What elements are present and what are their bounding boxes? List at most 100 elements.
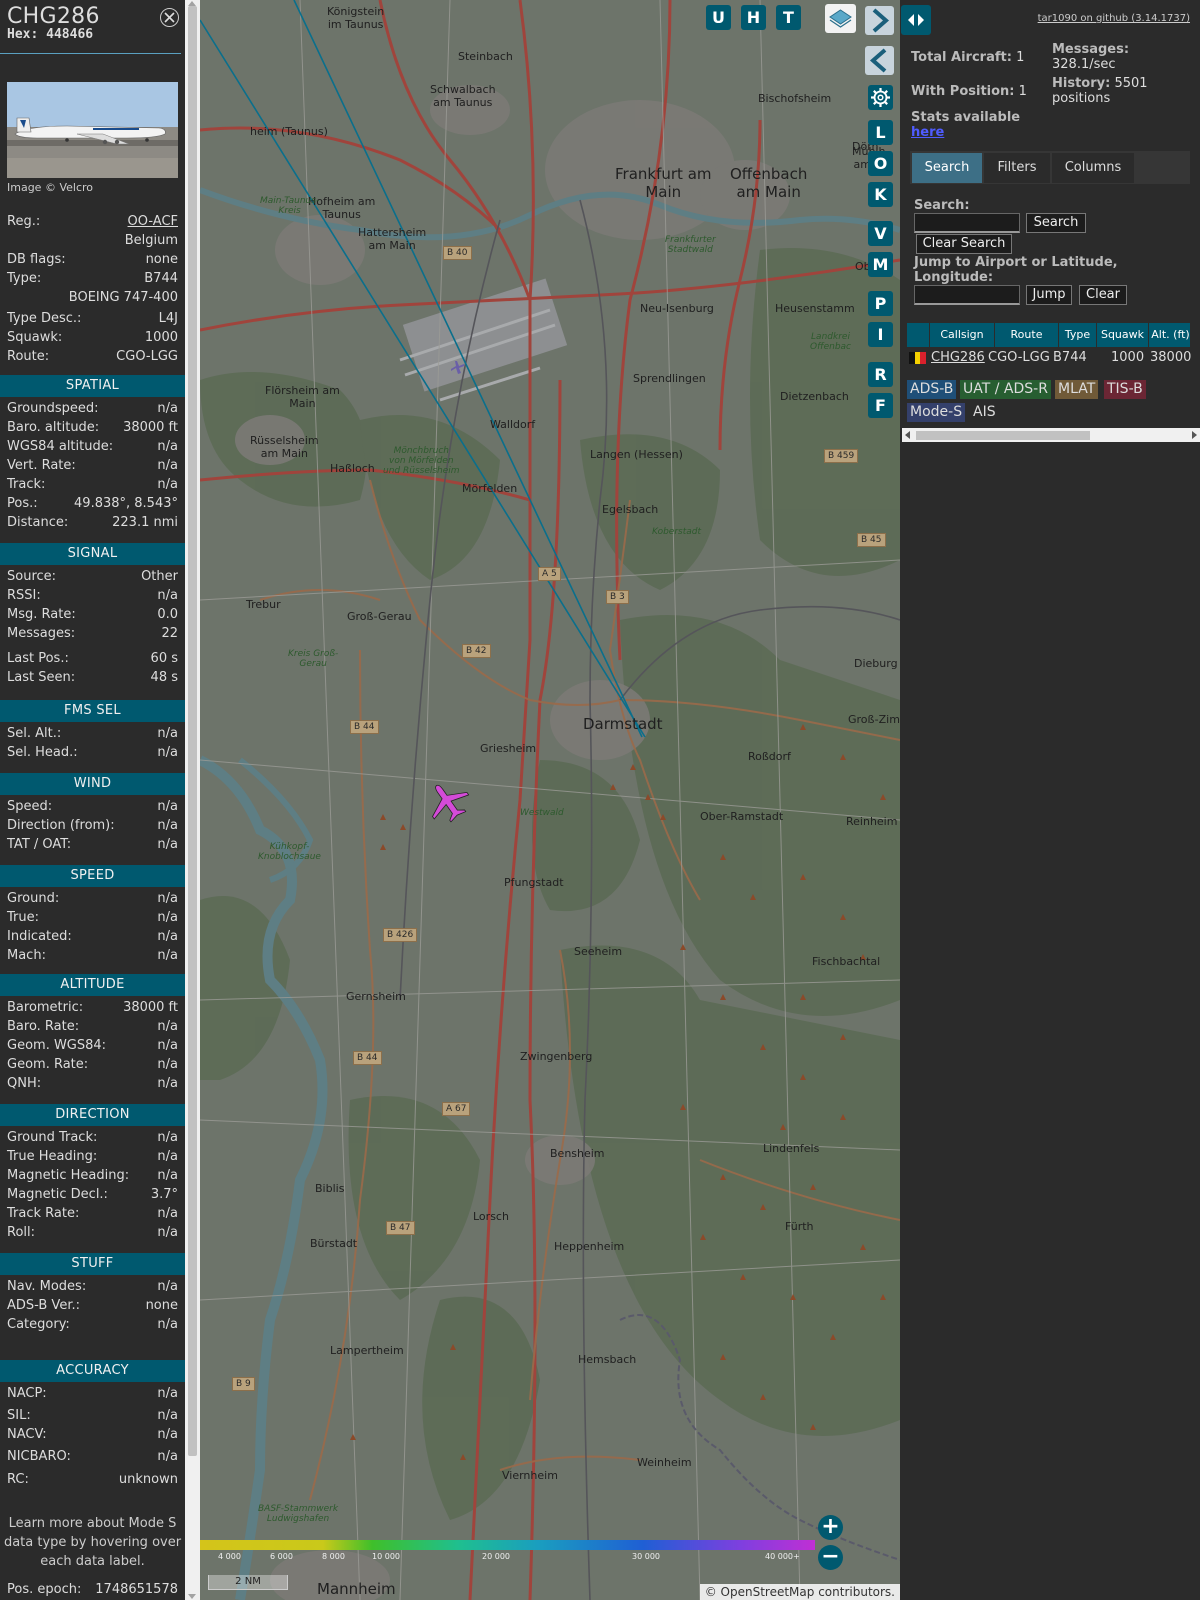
scroll-right-arrow-icon[interactable] bbox=[1192, 431, 1197, 439]
info-panel-scrollbar[interactable] bbox=[185, 0, 200, 1600]
github-link[interactable]: tar1090 on github (3.14.1737) bbox=[1038, 13, 1190, 24]
map-canvas[interactable]: Königstein im Taunus Steinbach Schwalbach … bbox=[200, 0, 900, 1600]
field-boeing-747-400: BOEING 747-400 bbox=[7, 288, 178, 307]
road-label-b-40: B 40 bbox=[443, 246, 472, 260]
aircraft-header: CHG286 Hex: 448466 bbox=[7, 4, 100, 42]
town-label-b-rstadt: Bürstadt bbox=[310, 1237, 358, 1250]
column-flag[interactable] bbox=[907, 323, 929, 347]
table-horizontal-scrollbar[interactable] bbox=[902, 428, 1200, 442]
scroll-down-arrow-icon[interactable] bbox=[188, 1594, 196, 1599]
field-wgs84-altitude-label: WGS84 altitude: bbox=[7, 439, 114, 454]
field-distance: Distance: 223.1 nmi bbox=[7, 513, 178, 532]
chevron-left-icon bbox=[869, 48, 887, 73]
source-chip-mode-s[interactable]: Mode-S bbox=[907, 403, 966, 422]
toggle-button-k[interactable]: K bbox=[868, 182, 893, 207]
town-label-biblis: Biblis bbox=[315, 1182, 345, 1195]
source-chip-ais[interactable]: AIS bbox=[970, 403, 999, 422]
field-direction-from-label: Direction (from): bbox=[7, 818, 115, 833]
zoom-out-button[interactable]: − bbox=[818, 1545, 843, 1570]
expand-sidebar-button[interactable] bbox=[901, 5, 931, 35]
field-ads-b-ver: ADS-B Ver.: none bbox=[7, 1296, 178, 1315]
toggle-button-i[interactable]: I bbox=[868, 322, 893, 347]
toggle-button-o[interactable]: O bbox=[868, 151, 893, 176]
column-altitude[interactable]: Alt. (ft) bbox=[1148, 323, 1192, 347]
area-label-main-taunus-kreis: Main-Taunus- Kreis bbox=[260, 196, 320, 216]
tab-filters[interactable]: Filters bbox=[984, 153, 1050, 183]
settings-button[interactable] bbox=[868, 85, 893, 110]
town-label-ha-loch: Haßloch bbox=[330, 462, 375, 475]
clear-button[interactable]: Clear bbox=[1079, 285, 1127, 305]
toggle-button-h[interactable]: H bbox=[741, 5, 766, 30]
column-type[interactable]: Type bbox=[1058, 323, 1096, 347]
aircraft-photo[interactable] bbox=[7, 82, 178, 178]
jump-button[interactable]: Jump bbox=[1026, 285, 1072, 305]
field-belgium: Belgium bbox=[7, 231, 178, 250]
town-label-walldorf: Walldorf bbox=[490, 418, 536, 431]
clear-search-button[interactable]: Clear Search bbox=[916, 234, 1012, 254]
town-label-darmstadt: Darmstadt bbox=[583, 715, 663, 733]
column-callsign[interactable]: Callsign bbox=[929, 323, 994, 347]
selected-aircraft-marker[interactable] bbox=[423, 780, 473, 824]
horizontal-scrollbar-thumb[interactable] bbox=[916, 431, 1090, 440]
forward-button[interactable] bbox=[865, 6, 894, 35]
town-label-schwalbach-am-taunus: Schwalbach am Taunus bbox=[430, 83, 496, 109]
field-magnetic-heading-label: Magnetic Heading: bbox=[7, 1168, 130, 1183]
toggle-button-r[interactable]: R bbox=[868, 362, 893, 387]
field-nacp-value: n/a bbox=[157, 1386, 178, 1401]
field-vert-rate-label: Vert. Rate: bbox=[7, 458, 76, 473]
stats-link[interactable]: here bbox=[911, 125, 944, 140]
source-chip-uat-ads-r[interactable]: UAT / ADS-R bbox=[960, 380, 1051, 399]
road-label-b-44: B 44 bbox=[350, 720, 379, 734]
source-chip-tis-b[interactable]: TIS-B bbox=[1104, 380, 1146, 399]
column-squawk[interactable]: Squawk bbox=[1096, 323, 1148, 347]
field-ground-track-label: Ground Track: bbox=[7, 1130, 98, 1145]
field-nacv-value: n/a bbox=[157, 1427, 178, 1442]
field-category-value: n/a bbox=[157, 1317, 178, 1332]
jump-input[interactable] bbox=[914, 285, 1020, 305]
field-nav-modes: Nav. Modes: n/a bbox=[7, 1277, 178, 1296]
history-value: 5501 bbox=[1114, 76, 1148, 91]
close-icon[interactable] bbox=[160, 8, 179, 27]
zoom-in-button[interactable]: + bbox=[818, 1515, 843, 1540]
search-input[interactable] bbox=[914, 213, 1020, 233]
toggle-button-m[interactable]: M bbox=[868, 252, 893, 277]
field-source-label: Source: bbox=[7, 569, 57, 584]
scrollbar-thumb[interactable] bbox=[188, 6, 197, 1456]
search-button[interactable]: Search bbox=[1026, 213, 1086, 233]
stats-available: Stats available here bbox=[911, 110, 1020, 140]
field-track-value: n/a bbox=[157, 477, 178, 492]
toggle-button-l[interactable]: L bbox=[868, 120, 893, 145]
toggle-button-f[interactable]: F bbox=[868, 393, 893, 418]
field-mach: Mach: n/a bbox=[7, 946, 178, 965]
town-label-bensheim: Bensheim bbox=[550, 1147, 605, 1160]
field-type-desc-label: Type Desc.: bbox=[7, 311, 82, 326]
field-sel-alt: Sel. Alt.: n/a bbox=[7, 724, 178, 743]
toggle-button-p[interactable]: P bbox=[868, 291, 893, 316]
source-chip-ads-b[interactable]: ADS-B bbox=[907, 380, 957, 399]
layers-button[interactable] bbox=[825, 4, 856, 33]
town-label-heusenstamm: Heusenstamm bbox=[775, 302, 855, 315]
field-reg-value[interactable]: OO-ACF bbox=[128, 212, 178, 231]
town-label-m-rfelden: Mörfelden bbox=[462, 482, 518, 495]
toggle-button-v[interactable]: V bbox=[868, 221, 893, 246]
chevron-right-icon bbox=[872, 8, 890, 33]
toggle-button-u[interactable]: U bbox=[706, 5, 731, 30]
map-attribution: © OpenStreetMap contributors. bbox=[699, 1584, 900, 1600]
town-label-k-nigstein-im-taunus: Königstein im Taunus bbox=[327, 5, 385, 31]
row-callsign[interactable]: CHG286 bbox=[931, 349, 985, 367]
tab-columns[interactable]: Columns bbox=[1052, 153, 1134, 183]
back-button[interactable] bbox=[865, 46, 894, 75]
scroll-left-arrow-icon[interactable] bbox=[905, 431, 910, 439]
attribution-link[interactable]: OpenStreetMap bbox=[721, 1585, 815, 1599]
field-true-heading-label: True Heading: bbox=[7, 1149, 98, 1164]
tab-search[interactable]: Search bbox=[912, 153, 982, 183]
section-speed: SPEED bbox=[0, 865, 185, 887]
section-spatial: SPATIAL bbox=[0, 375, 185, 397]
field-geom-wgs84-label: Geom. WGS84: bbox=[7, 1038, 107, 1053]
field-distance-label: Distance: bbox=[7, 515, 69, 530]
column-route[interactable]: Route bbox=[994, 323, 1058, 347]
area-label-koberstadt: Koberstadt bbox=[652, 527, 702, 537]
source-chip-mlat[interactable]: MLAT bbox=[1055, 380, 1099, 399]
field-speed-value: n/a bbox=[157, 799, 178, 814]
toggle-button-t[interactable]: T bbox=[776, 5, 801, 30]
